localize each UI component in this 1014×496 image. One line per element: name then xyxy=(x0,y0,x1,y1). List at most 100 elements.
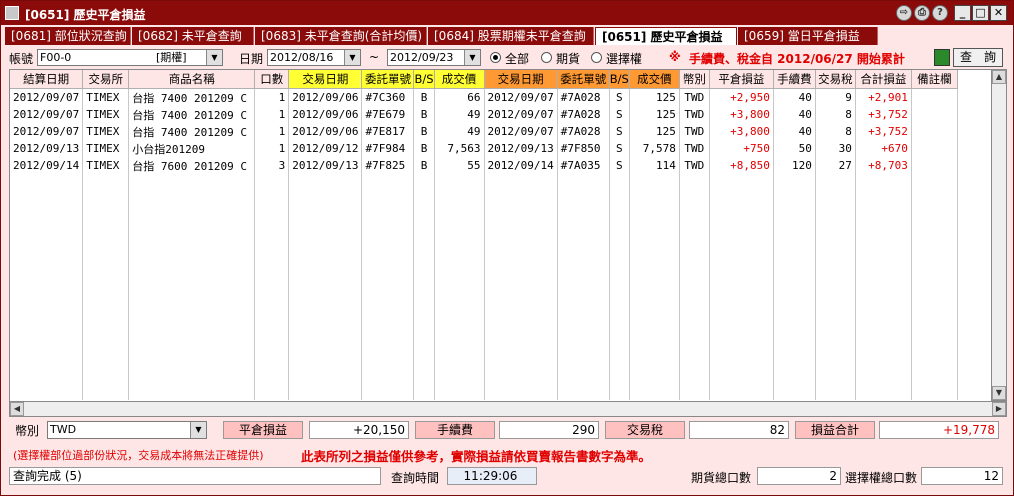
cell-open-bs: B xyxy=(413,123,435,140)
cell-exchange: TIMEX xyxy=(82,140,130,157)
tab-0659[interactable]: [0659] 當日平倉損益 xyxy=(738,27,878,45)
close-button[interactable]: ✕ xyxy=(990,5,1007,21)
col-open-bs[interactable]: B/S xyxy=(413,70,435,89)
cell-product-name: 台指 7400 201209 C xyxy=(128,88,256,106)
cell-remarks xyxy=(911,123,958,140)
tab-0683[interactable]: [0683] 未平倉查詢(合計均價) xyxy=(255,27,427,45)
col-open-trade-date[interactable]: 交易日期 xyxy=(288,70,363,89)
col-close-price[interactable]: 成交價 xyxy=(629,70,680,89)
fee-value: 290 xyxy=(499,421,599,439)
excel-export-icon[interactable] xyxy=(934,49,950,66)
query-button[interactable]: 查 詢 xyxy=(953,48,1003,67)
col-lots[interactable]: 口數 xyxy=(254,70,290,89)
cell-fee: 40 xyxy=(773,123,816,140)
cell-remarks xyxy=(911,106,958,123)
cell-settle-date: 2012/09/07 xyxy=(10,106,84,123)
cell-remarks xyxy=(911,88,958,106)
currency-label: 幣別 xyxy=(15,424,40,438)
tab-0681[interactable]: [0681] 部位狀況查詢 xyxy=(5,27,131,45)
help-icon[interactable]: ? xyxy=(932,5,948,21)
radio-options[interactable] xyxy=(591,52,602,63)
cell-close-bs: S xyxy=(609,157,630,174)
col-tax[interactable]: 交易稅 xyxy=(815,70,856,89)
col-open-order-no[interactable]: 委託單號 xyxy=(361,70,415,89)
chevron-down-icon[interactable]: ▼ xyxy=(190,422,206,438)
col-fee[interactable]: 手續費 xyxy=(773,70,816,89)
date-label: 日期 xyxy=(239,52,264,66)
cell-lots: 3 xyxy=(254,157,290,174)
radio-all[interactable] xyxy=(490,52,501,63)
table-row[interactable]: 2012/09/07 TIMEX 台指 7400 201209 C 1 2012/09/… xyxy=(10,123,958,140)
date-to-field[interactable]: 2012/09/23 ▼ xyxy=(387,49,481,66)
cell-fee: 120 xyxy=(773,157,816,174)
col-close-pnl[interactable]: 平倉損益 xyxy=(709,70,774,89)
col-open-price[interactable]: 成交價 xyxy=(434,70,485,89)
radio-options-label: 選擇權 xyxy=(606,52,643,66)
col-exchange[interactable]: 交易所 xyxy=(82,70,130,89)
cell-exchange: TIMEX xyxy=(82,88,130,106)
radio-futures[interactable] xyxy=(541,52,552,63)
futures-count-value: 2 xyxy=(757,467,841,485)
cell-exchange: TIMEX xyxy=(82,157,130,174)
cell-open-price: 7,563 xyxy=(434,140,485,157)
calendar-dropdown-icon[interactable]: ▼ xyxy=(464,50,480,65)
tab-strip: [0681] 部位狀況查詢 [0682] 未平倉查詢 [0683] 未平倉查詢(… xyxy=(1,27,1013,45)
table-row[interactable]: 2012/09/14 TIMEX 台指 7600 201209 C 3 2012/09/… xyxy=(10,157,958,174)
fee-notice: 手續費、稅金自 2012/06/27 開始累計 xyxy=(689,52,905,66)
cell-close-price: 125 xyxy=(629,88,680,106)
cell-close-pnl: +750 xyxy=(709,140,774,157)
disclaimer-text: 此表所列之損益僅供參考，實際損益請依買賣報告書數字為準。 xyxy=(301,449,652,464)
scroll-left-icon[interactable]: ◀ xyxy=(10,402,24,416)
scroll-down-icon[interactable]: ▼ xyxy=(992,386,1006,400)
chevron-down-icon[interactable]: ▼ xyxy=(206,50,222,65)
options-note: (選擇權部位過部份狀況，交易成本將無法正確提供) xyxy=(13,449,264,462)
col-close-bs[interactable]: B/S xyxy=(609,70,630,89)
tab-0682[interactable]: [0682] 未平倉查詢 xyxy=(132,27,254,45)
print-icon[interactable]: ⎙ xyxy=(914,5,930,21)
cell-close-bs: S xyxy=(609,140,630,157)
col-close-order-no[interactable]: 委託單號 xyxy=(557,70,610,89)
date-from-field[interactable]: 2012/08/16 ▼ xyxy=(267,49,361,66)
calendar-dropdown-icon[interactable]: ▼ xyxy=(344,50,360,65)
cell-close-order-no: #7A028 xyxy=(557,123,610,140)
maximize-button[interactable]: □ xyxy=(972,5,989,21)
cell-close-order-no: #7F850 xyxy=(557,140,610,157)
cell-open-order-no: #7E679 xyxy=(361,106,415,123)
cell-close-trade-date: 2012/09/07 xyxy=(484,106,558,123)
scroll-up-icon[interactable]: ▲ xyxy=(992,70,1006,84)
cell-open-bs: B xyxy=(413,140,435,157)
cell-tax: 27 xyxy=(815,157,856,174)
scroll-right-icon[interactable]: ▶ xyxy=(992,402,1006,416)
tab-0651[interactable]: [0651] 歷史平倉損益 xyxy=(595,27,737,45)
cell-close-trade-date: 2012/09/07 xyxy=(484,88,558,106)
col-total-pnl[interactable]: 合計損益 xyxy=(855,70,912,89)
horizontal-scrollbar[interactable]: ◀ ▶ xyxy=(9,401,1007,417)
col-close-trade-date[interactable]: 交易日期 xyxy=(484,70,558,89)
cell-close-pnl: +3,800 xyxy=(709,106,774,123)
tab-0684[interactable]: [0684] 股票期權未平倉查詢 xyxy=(428,27,594,45)
col-product-name[interactable]: 商品名稱 xyxy=(128,70,256,89)
table-header-row: 結算日期 交易所 商品名稱 口數 交易日期 委託單號 B/S 成交價 交易日期 … xyxy=(10,70,958,89)
col-remarks[interactable]: 備註欄 xyxy=(911,70,958,89)
cell-product-name: 台指 7400 201209 C xyxy=(128,123,256,140)
table-row[interactable]: 2012/09/07 TIMEX 台指 7400 201209 C 1 2012/09/… xyxy=(10,106,958,123)
col-settle-date[interactable]: 結算日期 xyxy=(10,70,84,89)
title-bar: [0651] 歷史平倉損益 ⇨ ⎙ ? _ □ ✕ xyxy=(1,1,1013,25)
vertical-scrollbar[interactable]: ▲ ▼ xyxy=(991,69,1007,401)
col-currency[interactable]: 幣別 xyxy=(679,70,710,89)
options-count-value: 12 xyxy=(921,467,1003,485)
date-to-value: 2012/09/23 xyxy=(390,51,454,64)
minimize-button[interactable]: _ xyxy=(954,5,971,21)
cell-open-order-no: #7C360 xyxy=(361,88,415,106)
table-row[interactable]: 2012/09/07 TIMEX 台指 7400 201209 C 1 2012/09/… xyxy=(10,88,958,106)
export-icon[interactable]: ⇨ xyxy=(896,5,912,21)
table-row[interactable]: 2012/09/13 TIMEX 小台指201209 1 2012/09/12 #7F98… xyxy=(10,140,958,157)
cell-open-price: 49 xyxy=(434,123,485,140)
cell-currency: TWD xyxy=(679,140,710,157)
account-select[interactable]: F00-0 [期權] ▼ xyxy=(37,49,223,66)
fee-label: 手續費 xyxy=(415,421,495,439)
cell-tax: 9 xyxy=(815,88,856,106)
cell-currency: TWD xyxy=(679,88,710,106)
currency-select[interactable]: TWD ▼ xyxy=(47,421,207,439)
date-from-value: 2012/08/16 xyxy=(270,51,334,64)
